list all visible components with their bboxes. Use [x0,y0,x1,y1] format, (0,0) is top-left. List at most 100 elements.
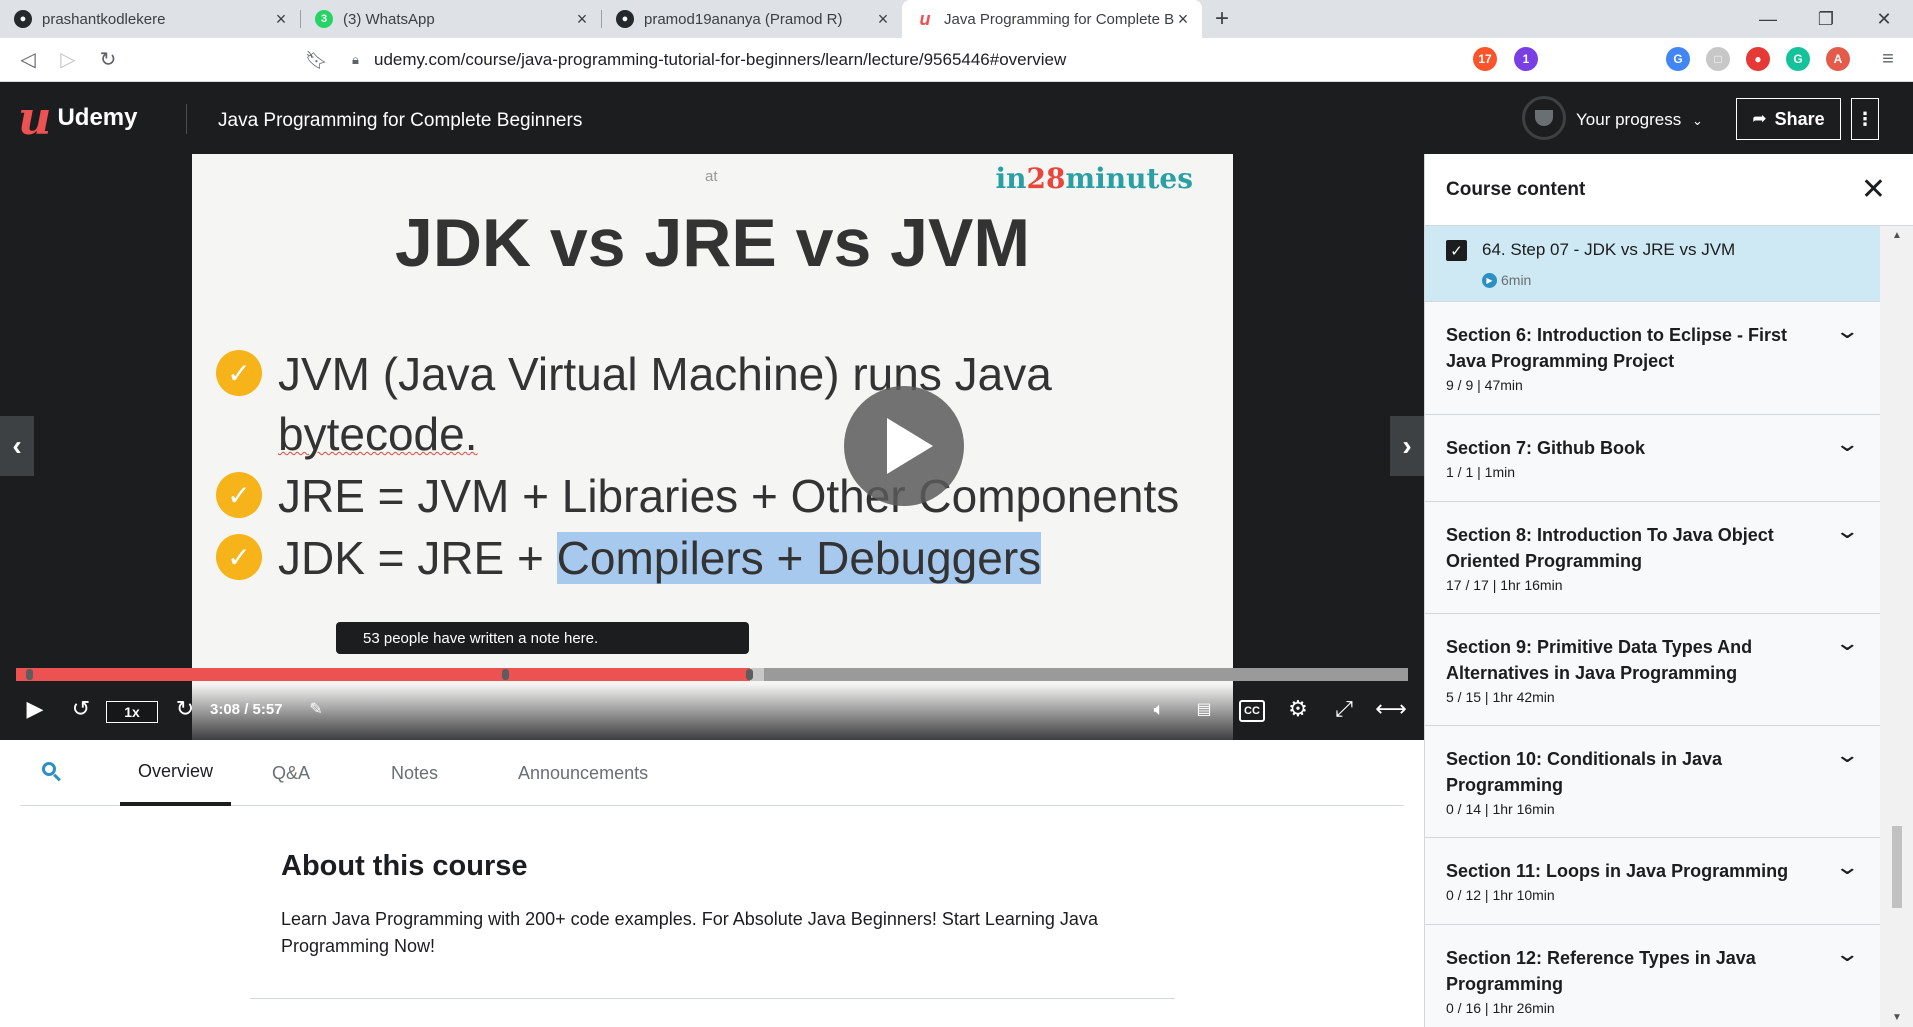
reload-icon[interactable]: ↻ [88,47,128,72]
sidebar-header: Course content ✕ [1425,154,1913,226]
adblock-icon[interactable]: ● [1746,47,1770,71]
back-icon[interactable]: ◁ [8,47,48,72]
new-tab-icon[interactable]: + [1202,0,1242,38]
transcript-icon[interactable]: ▤ [1191,694,1217,724]
url-text: udemy.com/course/java-programming-tutori… [374,50,1067,69]
play-icon [887,418,933,474]
tab-announcements[interactable]: Announcements [518,740,648,806]
note-marker[interactable] [26,669,33,680]
tab-overview[interactable]: Overview [120,740,232,806]
section-meta: 9 / 9 | 47min [1446,377,1523,393]
section-meta: 17 / 17 | 1hr 16min [1446,577,1563,593]
sidebar-scrollbar[interactable]: ▲ ▼ [1880,226,1913,1027]
add-note-icon[interactable]: ✎ [304,694,328,724]
progress-dropdown[interactable]: Your progress ⌄ [1576,110,1703,130]
header-divider [186,104,187,134]
chevron-down-icon: ⌄ [1834,941,1861,966]
search-icon[interactable] [42,762,62,782]
share-label: Share [1774,108,1825,129]
check-icon: ✓ [216,534,262,580]
tab-notes[interactable]: Notes [391,740,438,806]
video-progress-bar[interactable] [16,668,1408,681]
lecture-duration: ▶ 6min [1482,272,1531,288]
udemy-icon: u [919,8,931,29]
tab-qa[interactable]: Q&A [272,740,310,806]
github-icon: ● [616,10,634,28]
chevron-down-icon: ⌄ [1834,630,1861,655]
next-lecture-button[interactable]: › [1390,416,1424,476]
scroll-up-icon[interactable]: ▲ [1892,230,1902,241]
share-button[interactable]: ➦ Share [1736,98,1841,140]
section-item[interactable]: Section 12: Reference Types in Java Prog… [1425,925,1880,1027]
trophy-icon [1535,110,1553,126]
fullscreen-icon[interactable]: ⤢ [1329,694,1359,724]
playhead-handle[interactable] [745,669,753,680]
browser-tab[interactable]: ● pramod19ananya (Pramod R) × [602,0,902,38]
close-icon[interactable]: × [1174,9,1192,30]
close-icon[interactable]: × [874,9,892,30]
bookmark-icon[interactable]: 🔖︎ [305,50,328,71]
section-item[interactable]: Section 7: Github Book 1 / 1 | 1min ⌄ [1425,415,1880,502]
progress-ring[interactable] [1522,96,1566,140]
forward-icon[interactable]: ↻ [170,694,200,724]
gear-icon[interactable]: ⚙ [1283,694,1313,724]
completed-checkbox[interactable]: ✓ [1446,240,1467,261]
browser-tab[interactable]: 3 (3) WhatsApp × [301,0,601,38]
udemy-logo[interactable]: u Udemy [18,95,137,141]
restore-icon[interactable]: ❐ [1797,0,1855,38]
translate-icon[interactable]: G [1666,47,1690,71]
section-title: Section 12: Reference Types in Java Prog… [1446,948,1756,994]
share-arrow-icon: ➦ [1752,109,1767,128]
section-title: Section 6: Introduction to Eclipse - Fir… [1446,325,1788,371]
section-item[interactable]: Section 8: Introduction To Java Object O… [1425,502,1880,614]
section-item[interactable]: Section 11: Loops in Java Programming 0 … [1425,838,1880,925]
chevron-right-icon: › [1402,430,1412,461]
captions-button[interactable]: CC [1239,700,1265,722]
forward-icon[interactable]: ▷ [48,47,88,72]
volume-icon[interactable]: 🔈︎ [1144,694,1174,724]
scroll-down-icon[interactable]: ▼ [1892,1012,1902,1023]
section-meta: 0 / 16 | 1hr 26min [1446,1000,1555,1016]
section-item[interactable]: Section 9: Primitive Data Types And Alte… [1425,614,1880,726]
current-lecture-item[interactable]: ✓ 64. Step 07 - JDK vs JRE vs JVM ▶ 6min [1425,226,1880,302]
github-icon: ● [14,10,32,28]
extension-icon[interactable]: □ [1706,47,1730,71]
section-item[interactable]: Section 10: Conditionals in Java Program… [1425,726,1880,838]
rewind-icon[interactable]: ↺ [66,694,96,724]
note-marker[interactable] [502,669,509,680]
section-meta: 0 / 12 | 1hr 10min [1446,887,1555,903]
close-icon[interactable]: × [272,9,290,30]
previous-lecture-button[interactable]: ‹ [0,416,34,476]
chevron-down-icon: ⌄ [1834,854,1861,879]
expand-icon[interactable]: ⟷ [1374,694,1408,724]
minimize-icon[interactable]: — [1739,0,1797,38]
chevron-down-icon: ⌄ [1834,518,1861,543]
scrollbar-thumb[interactable] [1892,826,1902,908]
chevron-down-icon: ⌄ [1834,431,1861,456]
whatsapp-icon: 3 [315,10,333,28]
browser-tab[interactable]: ● prashantkodlekere × [0,0,300,38]
tab-title: (3) WhatsApp [343,10,435,28]
url-field[interactable]: 🔒︎ udemy.com/course/java-programming-tut… [352,44,1522,76]
close-icon[interactable]: ✕ [1861,172,1886,207]
more-options-icon[interactable]: ⋮ [1851,98,1879,140]
browser-tab-active[interactable]: u Java Programming for Complete B × [902,0,1202,38]
grammarly-icon[interactable]: G [1786,47,1810,71]
menu-icon[interactable]: ≡ [1876,47,1900,71]
brave-shield-icon[interactable]: 17 [1473,47,1497,71]
section-item[interactable]: Section 6: Introduction to Eclipse - Fir… [1425,302,1880,415]
close-window-icon[interactable]: ✕ [1855,0,1913,38]
chevron-down-icon: ⌄ [1834,318,1861,343]
pdf-icon[interactable]: A [1826,47,1850,71]
chevron-left-icon: ‹ [12,430,22,461]
close-icon[interactable]: × [573,9,591,30]
play-icon[interactable]: ▶ [20,694,50,724]
brave-rewards-icon[interactable]: 1 [1514,47,1538,71]
course-title[interactable]: Java Programming for Complete Beginners [218,110,582,132]
video-player[interactable]: at in28minutes JDK vs JRE vs JVM ✓ JVM (… [0,154,1424,740]
lecture-title: 64. Step 07 - JDK vs JRE vs JVM [1482,240,1736,259]
bullet-text: JRE = JVM + Libraries + Other Components [278,470,1180,522]
playback-speed-button[interactable]: 1x [106,701,158,723]
big-play-button[interactable] [844,386,964,506]
note-tooltip: 53 people have written a note here. [336,622,749,654]
